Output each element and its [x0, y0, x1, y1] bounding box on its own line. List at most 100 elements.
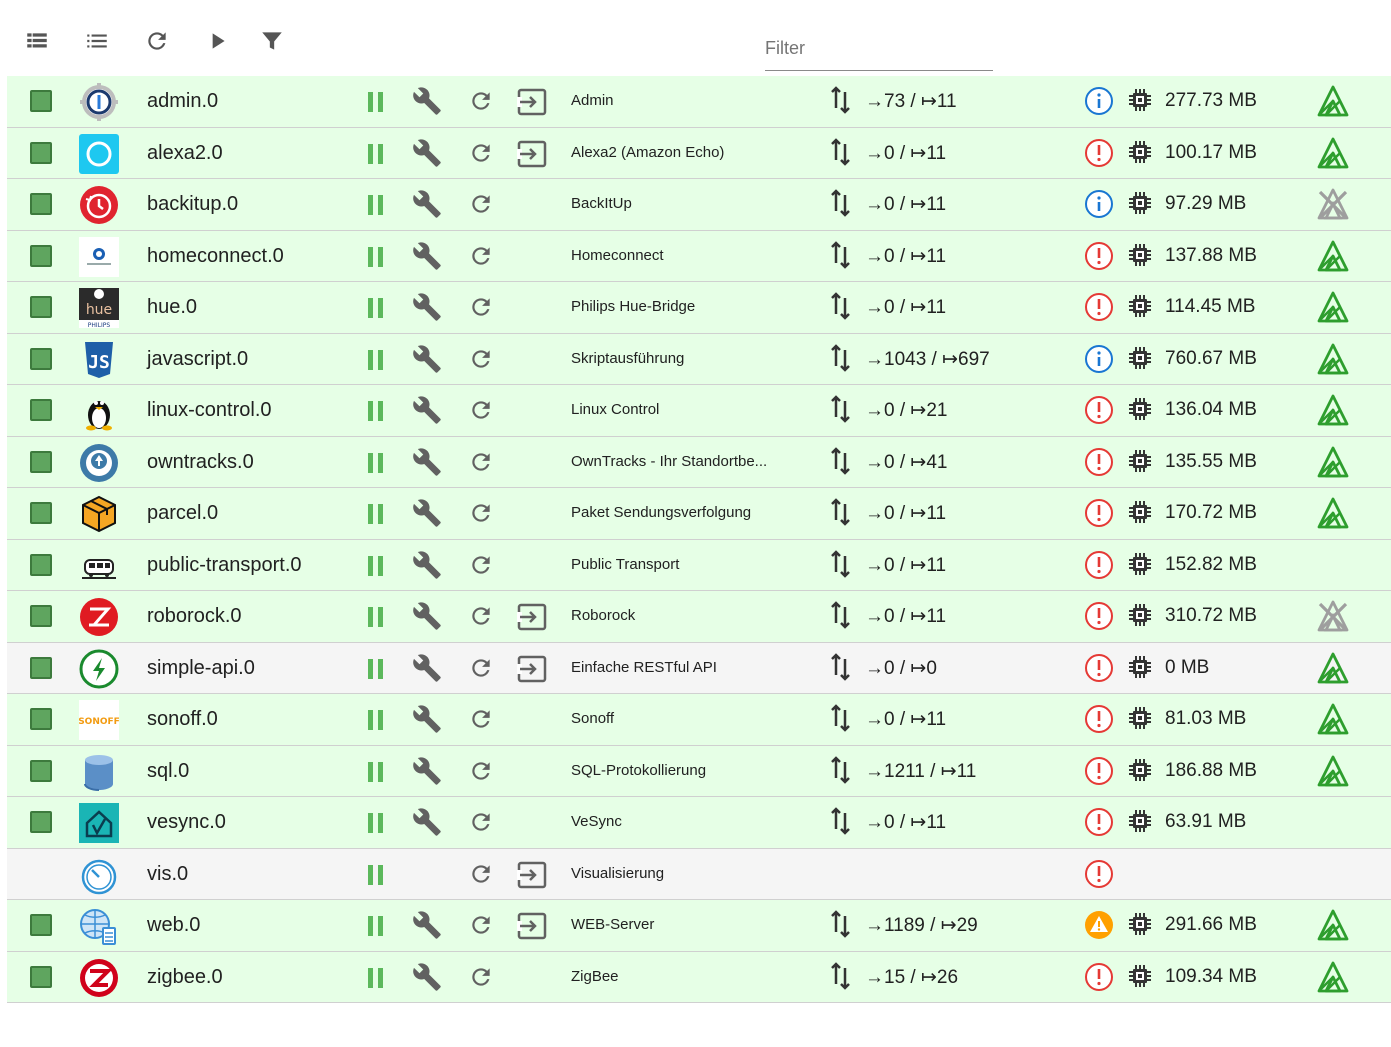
enable-checkbox[interactable]: [30, 605, 52, 627]
pause-icon[interactable]: [367, 92, 385, 112]
wrench-icon[interactable]: [412, 704, 442, 734]
enable-checkbox[interactable]: [30, 914, 52, 936]
wrench-icon[interactable]: [412, 653, 442, 683]
enable-checkbox[interactable]: [30, 965, 52, 988]
wrench-icon[interactable]: [412, 910, 442, 940]
wrench-icon[interactable]: [412, 86, 442, 116]
log-level-error-icon[interactable]: [1084, 653, 1114, 683]
pause-icon[interactable]: [367, 452, 385, 473]
tier-icon[interactable]: [1316, 240, 1350, 272]
tier-icon[interactable]: [1316, 85, 1350, 117]
log-level-warn-icon[interactable]: [1084, 910, 1114, 940]
enable-checkbox[interactable]: [30, 502, 52, 524]
restart-icon[interactable]: [468, 706, 494, 732]
restart-icon[interactable]: [468, 449, 494, 475]
restart-icon[interactable]: [468, 294, 494, 320]
wrench-icon[interactable]: [412, 550, 442, 580]
tier-icon[interactable]: [1316, 909, 1350, 941]
restart-icon[interactable]: [468, 140, 494, 166]
pause-icon[interactable]: [367, 658, 385, 679]
enable-checkbox[interactable]: [30, 759, 52, 782]
pause-icon[interactable]: [367, 143, 385, 164]
pause-icon[interactable]: [367, 813, 385, 833]
filter-field[interactable]: [765, 30, 993, 71]
restart-icon[interactable]: [468, 500, 494, 526]
restart-icon[interactable]: [468, 861, 494, 887]
filter-icon[interactable]: [257, 26, 287, 56]
enable-checkbox[interactable]: [30, 811, 52, 833]
enable-checkbox[interactable]: [30, 296, 52, 318]
wrench-icon[interactable]: [412, 241, 442, 271]
pause-icon[interactable]: [367, 967, 385, 988]
restart-icon[interactable]: [468, 552, 494, 578]
refresh-icon[interactable]: [142, 26, 172, 56]
pause-icon[interactable]: [367, 916, 385, 936]
wrench-icon[interactable]: [412, 807, 442, 837]
open-in-new-icon[interactable]: [517, 861, 547, 889]
tier-icon[interactable]: [1316, 343, 1350, 375]
log-level-error-icon[interactable]: [1084, 756, 1114, 786]
open-in-new-icon[interactable]: [517, 912, 547, 940]
log-level-error-icon[interactable]: [1084, 395, 1114, 425]
pause-icon[interactable]: [367, 607, 385, 627]
wrench-icon[interactable]: [412, 498, 442, 528]
tier-icon[interactable]: [1316, 755, 1350, 787]
open-in-new-icon[interactable]: [517, 88, 547, 116]
wrench-icon[interactable]: [412, 292, 442, 322]
restart-icon[interactable]: [468, 397, 494, 423]
wrench-icon[interactable]: [412, 395, 442, 425]
restart-icon[interactable]: [468, 346, 494, 372]
pause-icon[interactable]: [367, 349, 385, 370]
tier-disabled-icon[interactable]: [1316, 600, 1350, 632]
log-level-error-icon[interactable]: [1084, 447, 1114, 477]
wrench-icon[interactable]: [412, 447, 442, 477]
enable-checkbox[interactable]: [30, 193, 52, 215]
restart-icon[interactable]: [468, 243, 494, 269]
pause-icon[interactable]: [367, 246, 385, 267]
pause-icon[interactable]: [367, 710, 385, 730]
tier-icon[interactable]: [1316, 703, 1350, 735]
tier-icon[interactable]: [1316, 446, 1350, 478]
restart-icon[interactable]: [468, 655, 494, 681]
enable-checkbox[interactable]: [30, 656, 52, 679]
enable-checkbox[interactable]: [30, 244, 52, 267]
pause-icon[interactable]: [367, 864, 385, 885]
enable-checkbox[interactable]: [30, 141, 52, 164]
pause-icon[interactable]: [367, 761, 385, 782]
enable-checkbox[interactable]: [30, 553, 52, 576]
wrench-icon[interactable]: [412, 601, 442, 631]
tier-disabled-icon[interactable]: [1316, 188, 1350, 220]
restart-icon[interactable]: [468, 809, 494, 835]
tier-icon[interactable]: [1316, 652, 1350, 684]
enable-checkbox[interactable]: [30, 450, 52, 473]
log-level-error-icon[interactable]: [1084, 241, 1114, 271]
wrench-icon[interactable]: [412, 189, 442, 219]
tier-icon[interactable]: [1316, 394, 1350, 426]
pause-icon[interactable]: [367, 504, 385, 524]
pause-icon[interactable]: [367, 298, 385, 318]
log-level-error-icon[interactable]: [1084, 807, 1114, 837]
log-level-error-icon[interactable]: [1084, 704, 1114, 734]
restart-icon[interactable]: [468, 912, 494, 938]
enable-checkbox[interactable]: [30, 347, 52, 370]
pause-icon[interactable]: [367, 555, 385, 576]
open-in-new-icon[interactable]: [517, 603, 547, 631]
tier-icon[interactable]: [1316, 497, 1350, 529]
pause-icon[interactable]: [367, 195, 385, 215]
log-level-info-icon[interactable]: [1084, 344, 1114, 374]
enable-checkbox[interactable]: [30, 399, 52, 421]
tier-icon[interactable]: [1316, 961, 1350, 993]
pause-icon[interactable]: [367, 401, 385, 421]
log-level-info-icon[interactable]: [1084, 86, 1114, 116]
log-level-error-icon[interactable]: [1084, 138, 1114, 168]
open-in-new-icon[interactable]: [517, 140, 547, 168]
restart-icon[interactable]: [468, 964, 494, 990]
log-level-error-icon[interactable]: [1084, 859, 1114, 889]
log-level-error-icon[interactable]: [1084, 601, 1114, 631]
restart-icon[interactable]: [468, 191, 494, 217]
log-level-error-icon[interactable]: [1084, 292, 1114, 322]
view-compact-list-icon[interactable]: [82, 26, 112, 56]
restart-icon[interactable]: [468, 88, 494, 114]
log-level-error-icon[interactable]: [1084, 962, 1114, 992]
wrench-icon[interactable]: [412, 756, 442, 786]
